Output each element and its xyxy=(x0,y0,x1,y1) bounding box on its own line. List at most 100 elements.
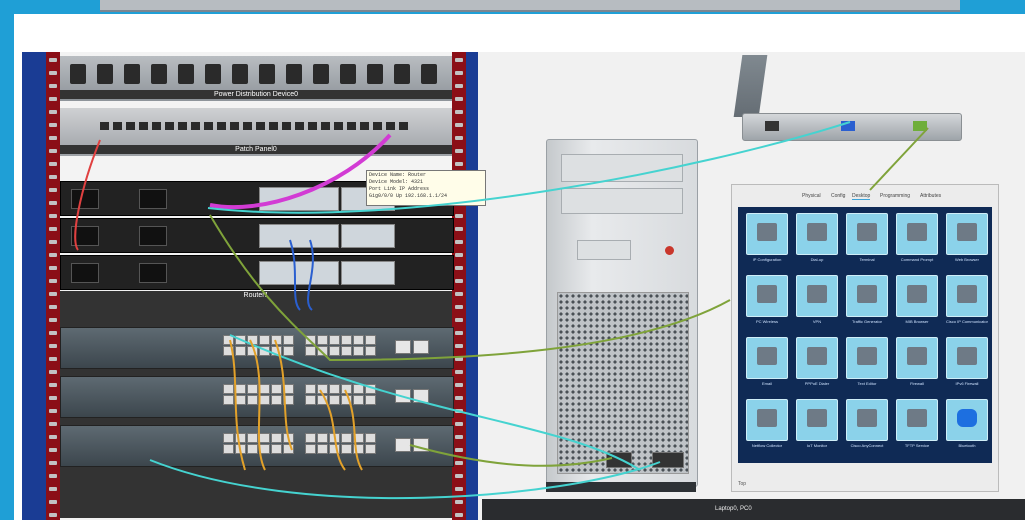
switch-port[interactable] xyxy=(247,444,258,454)
switch-port[interactable] xyxy=(353,346,364,356)
switch-port[interactable] xyxy=(271,346,282,356)
switch-port[interactable] xyxy=(235,346,246,356)
switch-port[interactable] xyxy=(365,384,376,394)
pc-io-port[interactable] xyxy=(652,452,684,468)
switch-port[interactable] xyxy=(365,346,376,356)
switch-uplink-port[interactable] xyxy=(395,340,411,354)
switch-port[interactable] xyxy=(283,444,294,454)
power-outlet[interactable] xyxy=(97,64,113,84)
power-outlet[interactable] xyxy=(259,64,275,84)
power-outlet[interactable] xyxy=(124,64,140,84)
switch-port[interactable] xyxy=(341,444,352,454)
switch-port[interactable] xyxy=(247,395,258,405)
pc-ethernet-port[interactable] xyxy=(606,452,632,468)
switch-port[interactable] xyxy=(329,384,340,394)
switch-port[interactable] xyxy=(353,384,364,394)
desktop-app-text-editor[interactable]: Text Editor xyxy=(846,337,888,386)
desktop-app-iot-monitor[interactable]: IoT Monitor xyxy=(796,399,838,448)
desktop-app-email[interactable]: Email xyxy=(746,337,788,386)
patch-port[interactable] xyxy=(178,122,187,130)
switch-port[interactable] xyxy=(259,335,270,345)
switch-port[interactable] xyxy=(259,395,270,405)
patch-port[interactable] xyxy=(308,122,317,130)
router-power-port[interactable] xyxy=(139,263,167,283)
patch-port[interactable] xyxy=(165,122,174,130)
router-module-slot[interactable] xyxy=(259,261,339,285)
desktop-app-anyconnect[interactable]: Cisco AnyConnect xyxy=(846,399,888,448)
power-outlet[interactable] xyxy=(421,64,437,84)
desktop-app-web-browser[interactable]: Web Browser xyxy=(946,213,988,262)
patch-port[interactable] xyxy=(139,122,148,130)
switch-port[interactable] xyxy=(329,346,340,356)
switch-uplink-port[interactable] xyxy=(395,389,411,403)
switch-port[interactable] xyxy=(341,384,352,394)
switch-port[interactable] xyxy=(305,433,316,443)
tab-physical[interactable]: Physical xyxy=(802,193,821,199)
switch-0[interactable] xyxy=(60,327,454,369)
switch-port[interactable] xyxy=(329,395,340,405)
power-outlet[interactable] xyxy=(70,64,86,84)
desktop-app-tftp-service[interactable]: TFTP Service xyxy=(896,399,938,448)
desktop-app-terminal[interactable]: Terminal xyxy=(846,213,888,262)
switch-uplink-port[interactable] xyxy=(413,389,429,403)
switch-port[interactable] xyxy=(353,444,364,454)
laptop[interactable] xyxy=(742,113,962,141)
desktop-app-ipv6-firewall[interactable]: IPv6 Firewall xyxy=(946,337,988,386)
power-outlet[interactable] xyxy=(205,64,221,84)
switch-port[interactable] xyxy=(353,335,364,345)
switch-uplink-port[interactable] xyxy=(413,340,429,354)
switch-port[interactable] xyxy=(283,395,294,405)
switch-port[interactable] xyxy=(341,433,352,443)
pc-tower[interactable] xyxy=(546,139,698,487)
router-2[interactable] xyxy=(60,255,454,290)
switch-port[interactable] xyxy=(329,433,340,443)
switch-port[interactable] xyxy=(235,384,246,394)
switch-port[interactable] xyxy=(317,335,328,345)
switch-port[interactable] xyxy=(223,433,234,443)
switch-port[interactable] xyxy=(317,384,328,394)
tab-desktop[interactable]: Desktop xyxy=(852,193,871,200)
patch-port[interactable] xyxy=(204,122,213,130)
router-module-slot-2[interactable] xyxy=(341,224,395,248)
tab-attributes[interactable]: Attributes xyxy=(920,193,941,199)
patch-port[interactable] xyxy=(191,122,200,130)
switch-uplink-port[interactable] xyxy=(413,438,429,452)
power-outlet[interactable] xyxy=(340,64,356,84)
switch-port[interactable] xyxy=(223,346,234,356)
power-outlet[interactable] xyxy=(367,64,383,84)
patch-port[interactable] xyxy=(217,122,226,130)
desktop-app-netflow-collector[interactable]: Netflow Collector xyxy=(746,399,788,448)
router-module-slot[interactable] xyxy=(259,224,339,248)
patch-panel[interactable]: Patch Panel0 xyxy=(60,108,452,156)
switch-port[interactable] xyxy=(223,335,234,345)
switch-port[interactable] xyxy=(259,444,270,454)
desktop-app-ip-config[interactable]: IP Configuration xyxy=(746,213,788,262)
patch-port[interactable] xyxy=(282,122,291,130)
patch-port[interactable] xyxy=(126,122,135,130)
switch-port[interactable] xyxy=(305,346,316,356)
desktop-app-dialup[interactable]: Dial-up xyxy=(796,213,838,262)
desktop-app-bluetooth[interactable]: Bluetooth xyxy=(946,399,988,448)
switch-port[interactable] xyxy=(271,395,282,405)
router-module-slot[interactable] xyxy=(259,187,339,211)
desktop-app-command-prompt[interactable]: Command Prompt xyxy=(896,213,938,262)
power-outlet[interactable] xyxy=(286,64,302,84)
switch-port[interactable] xyxy=(247,335,258,345)
switch-port[interactable] xyxy=(235,335,246,345)
desktop-app-pc-wireless[interactable]: PC Wireless xyxy=(746,275,788,324)
switch-port[interactable] xyxy=(317,346,328,356)
switch-port[interactable] xyxy=(271,433,282,443)
switch-port[interactable] xyxy=(259,346,270,356)
patch-port[interactable] xyxy=(152,122,161,130)
switch-port[interactable] xyxy=(259,433,270,443)
switch-port[interactable] xyxy=(317,444,328,454)
switch-port[interactable] xyxy=(283,384,294,394)
desktop-app-mib-browser[interactable]: MIB Browser xyxy=(896,275,938,324)
switch-port[interactable] xyxy=(365,335,376,345)
tab-config[interactable]: Config xyxy=(831,193,845,199)
switch-port[interactable] xyxy=(365,444,376,454)
switch-port[interactable] xyxy=(271,384,282,394)
laptop-port[interactable] xyxy=(765,121,779,131)
patch-port[interactable] xyxy=(243,122,252,130)
switch-port[interactable] xyxy=(353,395,364,405)
